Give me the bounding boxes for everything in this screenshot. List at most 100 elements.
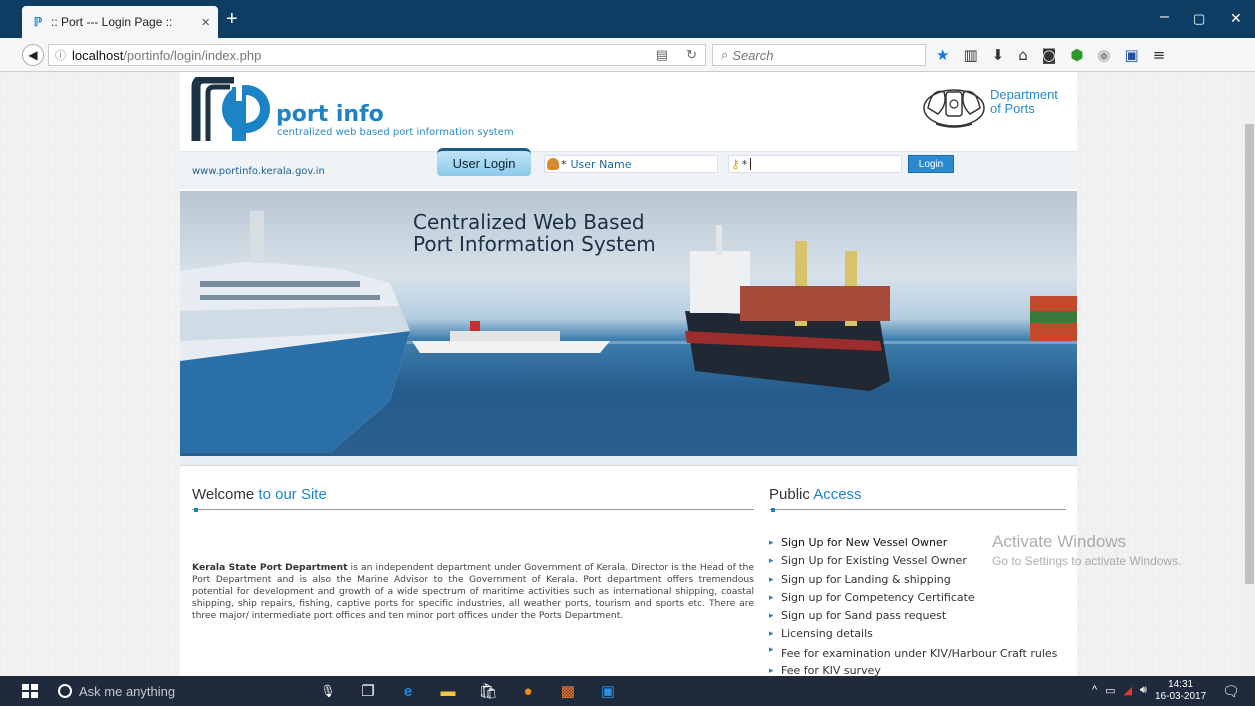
xampp-icon[interactable]: ▩ bbox=[558, 681, 578, 701]
taskbar-apps: 🎙︎ ❐ e ▬ 🛍︎ ● ▩ ▣ bbox=[318, 681, 618, 701]
welcome-body: Kerala State Port Department is an indep… bbox=[192, 562, 754, 622]
bookmarks-library-icon[interactable]: ▥ bbox=[963, 46, 977, 64]
reload-icon[interactable]: ↻ bbox=[686, 47, 697, 63]
tab-close-icon[interactable]: × bbox=[201, 14, 210, 31]
download-icon[interactable]: ⬇ bbox=[992, 46, 1005, 64]
browser-tab[interactable]: ℙ :: Port --- Login Page :: × bbox=[22, 6, 218, 38]
microphone-icon[interactable]: 🎙︎ bbox=[318, 681, 338, 701]
public-access-section: Public Access Sign Up for New Vessel Own… bbox=[769, 486, 1066, 676]
site-favicon-icon: ℙ bbox=[33, 15, 43, 29]
adblock-icon[interactable]: ◉ bbox=[1097, 46, 1110, 64]
edge-browser-icon[interactable]: e bbox=[398, 681, 418, 701]
clock-time: 14:31 bbox=[1168, 679, 1194, 690]
page-viewport: port info centralized web based port inf… bbox=[0, 72, 1255, 676]
login-button[interactable]: Login bbox=[908, 155, 954, 173]
link-fee-kiv-survey[interactable]: Fee for KIV survey bbox=[769, 662, 1066, 676]
public-access-heading-plain: Public bbox=[769, 486, 814, 503]
browser-nav-bar: ◀ ⓘ localhost /portinfo/login/index.php … bbox=[0, 38, 1255, 72]
pocket-icon[interactable]: ◙ bbox=[1042, 46, 1057, 64]
link-landing-shipping[interactable]: Sign up for Landing & shipping bbox=[769, 571, 1066, 590]
close-window-button[interactable]: ✕ bbox=[1230, 10, 1242, 27]
link-licensing-details[interactable]: Licensing details bbox=[769, 625, 1066, 644]
password-required-mark: * bbox=[741, 157, 748, 171]
firefox-icon[interactable]: ● bbox=[518, 681, 538, 701]
link-fee-examination[interactable]: Fee for examination under KIV/Harbour Cr… bbox=[769, 644, 1066, 662]
user-icon bbox=[547, 158, 559, 170]
welcome-body-bold: Kerala State Port Department bbox=[192, 562, 348, 573]
password-input[interactable]: ⚷ * bbox=[728, 155, 902, 173]
url-path: /portinfo/login/index.php bbox=[123, 47, 262, 63]
watermark-line-2: Go to Settings to activate Windows. bbox=[992, 554, 1182, 568]
network-icon[interactable]: ◢ bbox=[1124, 684, 1132, 697]
banner-divider bbox=[180, 456, 1077, 466]
maximize-button[interactable]: ▢ bbox=[1193, 11, 1205, 27]
key-icon: ⚷ bbox=[731, 157, 740, 171]
home-icon[interactable]: ⌂ bbox=[1018, 46, 1028, 64]
windows-start-icon[interactable] bbox=[22, 684, 38, 698]
extension-icon[interactable]: ▣ bbox=[1125, 46, 1139, 64]
search-placeholder: Search bbox=[732, 47, 774, 63]
banner-heading: Centralized Web Based Port Information S… bbox=[413, 211, 656, 255]
new-tab-button[interactable]: + bbox=[226, 8, 238, 31]
site-container: port info centralized web based port inf… bbox=[180, 72, 1077, 676]
browser-tab-bar: ℙ :: Port --- Login Page :: × + – ▢ ✕ bbox=[0, 0, 1255, 38]
info-icon[interactable]: ⓘ bbox=[55, 47, 66, 63]
cortana-search-text: Ask me anything bbox=[79, 683, 176, 699]
cortana-search-box[interactable]: Ask me anything bbox=[58, 679, 308, 703]
reader-view-icon[interactable]: ▤ bbox=[656, 47, 668, 63]
login-bar: www.portinfo.kerala.gov.in User Login * … bbox=[180, 148, 1077, 189]
bookmark-star-icon[interactable]: ★ bbox=[936, 46, 949, 64]
menu-icon[interactable]: ≡ bbox=[1153, 46, 1166, 64]
welcome-heading-accent: to our Site bbox=[258, 486, 327, 503]
public-access-heading: Public Access bbox=[769, 486, 1066, 512]
browser-toolbar: ★ ▥ ⬇ ⌂ ◙ ⬢ ◉ ▣ ≡ bbox=[936, 46, 1165, 64]
system-tray: ^ ▭ ◢ 🔊︎ bbox=[1092, 684, 1147, 697]
battery-icon[interactable]: ▭ bbox=[1105, 684, 1115, 697]
department-line-2: of Ports bbox=[990, 101, 1035, 116]
clock-date: 16-03-2017 bbox=[1155, 691, 1207, 702]
website-url: www.portinfo.kerala.gov.in bbox=[192, 166, 325, 177]
task-view-icon[interactable]: ❐ bbox=[358, 681, 378, 701]
kerala-emblem-icon bbox=[923, 89, 985, 128]
hero-banner: Centralized Web Based Port Information S… bbox=[180, 191, 1077, 456]
site-header: port info centralized web based port inf… bbox=[180, 72, 1077, 151]
link-sand-pass[interactable]: Sign up for Sand pass request bbox=[769, 607, 1066, 626]
department-label: Department of Ports bbox=[990, 88, 1058, 116]
text-cursor bbox=[750, 158, 752, 170]
port-info-logo-icon bbox=[191, 77, 270, 141]
notification-center-icon[interactable]: 🗨︎ bbox=[1222, 683, 1240, 700]
volume-icon[interactable]: 🔊︎ bbox=[1140, 684, 1147, 697]
scrollbar-thumb[interactable] bbox=[1245, 124, 1254, 584]
tab-title: :: Port --- Login Page :: bbox=[51, 15, 173, 29]
username-input[interactable]: * User Name bbox=[544, 155, 718, 173]
brand-tagline: centralized web based port information s… bbox=[277, 127, 514, 138]
search-input[interactable]: ⌕ Search bbox=[712, 44, 926, 66]
system-clock[interactable]: 14:31 16-03-2017 bbox=[1155, 679, 1206, 703]
page-scrollbar[interactable] bbox=[1244, 72, 1255, 676]
address-bar[interactable]: ⓘ localhost /portinfo/login/index.php ▤ … bbox=[48, 44, 706, 66]
file-explorer-icon[interactable]: ▬ bbox=[438, 681, 458, 701]
url-host: localhost bbox=[72, 47, 124, 63]
windows-taskbar: Ask me anything 🎙︎ ❐ e ▬ 🛍︎ ● ▩ ▣ ^ ▭ ◢ … bbox=[0, 676, 1255, 706]
link-competency-certificate[interactable]: Sign up for Competency Certificate bbox=[769, 589, 1066, 608]
activate-windows-watermark: Activate Windows Go to Settings to activ… bbox=[992, 532, 1181, 568]
username-placeholder: User Name bbox=[570, 157, 632, 171]
banner-line-2: Port Information System bbox=[413, 232, 656, 256]
welcome-heading-plain: Welcome bbox=[192, 486, 259, 503]
store-icon[interactable]: 🛍︎ bbox=[478, 681, 498, 701]
username-required-mark: * bbox=[561, 157, 567, 171]
watermark-line-1: Activate Windows bbox=[992, 532, 1127, 551]
search-icon: ⌕ bbox=[721, 47, 729, 62]
shield-icon[interactable]: ⬢ bbox=[1070, 46, 1083, 64]
minimize-button[interactable]: – bbox=[1160, 8, 1169, 26]
tray-expand-icon[interactable]: ^ bbox=[1092, 684, 1097, 697]
welcome-section: Welcome to our Site Kerala State Port De… bbox=[192, 486, 754, 622]
user-login-tab: User Login bbox=[437, 148, 531, 176]
department-line-1: Department bbox=[990, 87, 1058, 102]
back-arrow-icon[interactable]: ◀ bbox=[22, 44, 44, 66]
banner-line-1: Centralized Web Based bbox=[413, 210, 645, 234]
welcome-heading: Welcome to our Site bbox=[192, 486, 754, 512]
media-app-icon[interactable]: ▣ bbox=[598, 681, 618, 701]
cortana-icon bbox=[58, 684, 72, 698]
brand-name: port info bbox=[276, 102, 384, 127]
